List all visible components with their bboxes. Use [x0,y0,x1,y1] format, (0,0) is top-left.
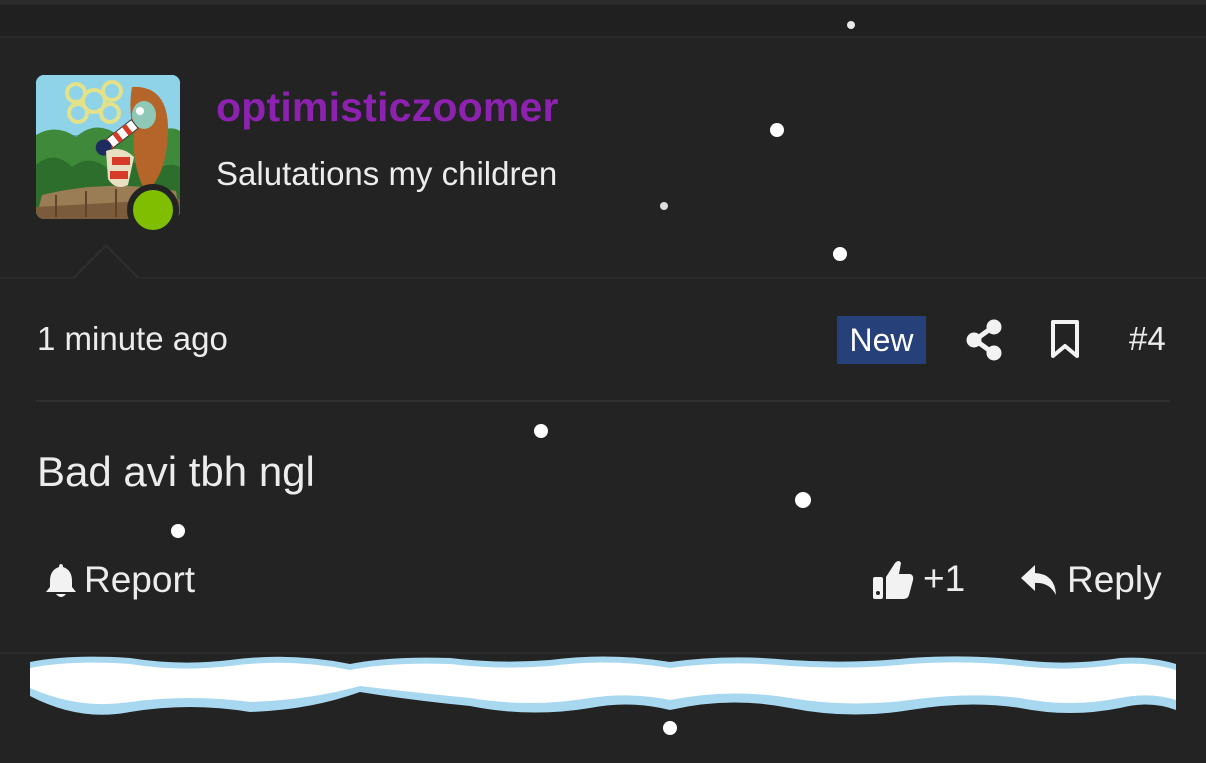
share-button[interactable] [964,318,1004,362]
report-label: Report [84,559,196,600]
snowbank-decoration [30,656,1176,715]
bookmark-icon [1051,320,1079,358]
post-body: Bad avi tbh ngl [37,448,315,495]
report-button[interactable]: Report [44,558,195,602]
reply-icon [1021,565,1056,595]
user-title: Salutations my children [216,155,558,192]
snowflake [171,524,185,538]
username[interactable]: optimisticzoomer [216,84,559,131]
bookmark-button[interactable] [1048,318,1082,360]
author-caret-inner [74,247,138,279]
thumbs-up-icon [873,561,914,599]
meta-divider [36,400,1170,402]
post-author-section [0,38,1206,278]
new-badge: New [837,316,926,364]
snowflake [534,424,548,438]
reply-button[interactable]: Reply [1019,558,1162,602]
post-number[interactable]: #4 [1129,320,1166,358]
post-timestamp[interactable]: 1 minute ago [37,320,228,358]
like-count: +1 [923,558,966,599]
reply-label: Reply [1067,559,1162,600]
author-divider [0,277,1206,279]
thread-top-strip [0,0,1206,36]
online-status-indicator [127,184,179,236]
share-icon [966,319,1002,361]
bell-icon [46,564,76,597]
snowflake [795,492,811,508]
like-button[interactable]: +1 [871,556,965,602]
